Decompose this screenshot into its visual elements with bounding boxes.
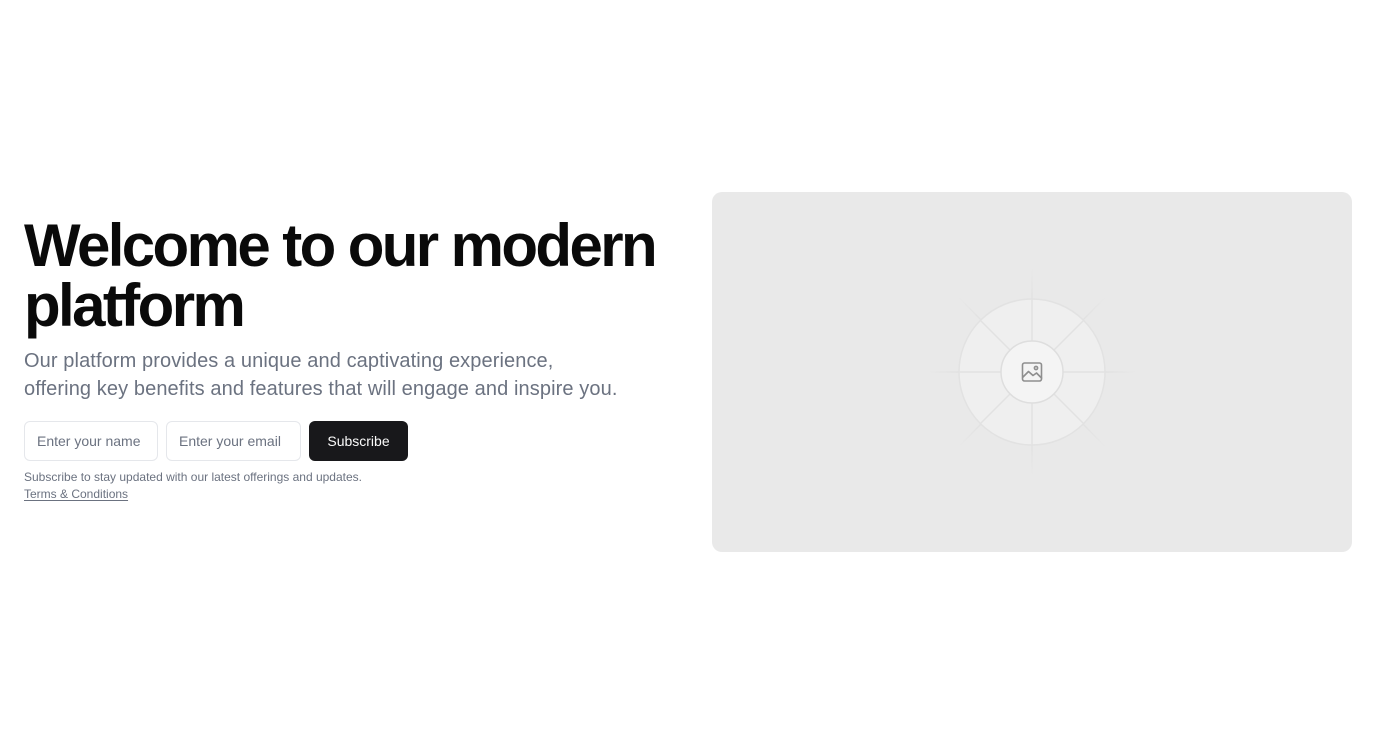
subscribe-button[interactable]: Subscribe	[309, 421, 408, 461]
page-title-line-1: Welcome to our modern	[24, 212, 658, 279]
inner-ring	[1000, 340, 1064, 404]
page-title-line-2: platform	[24, 272, 246, 339]
email-input[interactable]	[166, 421, 301, 461]
name-input[interactable]	[24, 421, 158, 461]
subscribe-note: Subscribe to stay updated with our lates…	[24, 470, 362, 484]
terms-link[interactable]: Terms & Conditions	[24, 486, 128, 502]
page-title: Welcome to our modern platform	[24, 216, 684, 336]
hero-section: Welcome to our modern platform Our platf…	[0, 0, 1376, 744]
placeholder-graphic	[928, 268, 1136, 476]
hero-subtitle: Our platform provides a unique and capti…	[24, 350, 618, 400]
hero-content: Welcome to our modern platform Our platf…	[24, 216, 684, 503]
subscribe-form: Subscribe	[24, 421, 684, 461]
image-placeholder	[712, 192, 1352, 552]
